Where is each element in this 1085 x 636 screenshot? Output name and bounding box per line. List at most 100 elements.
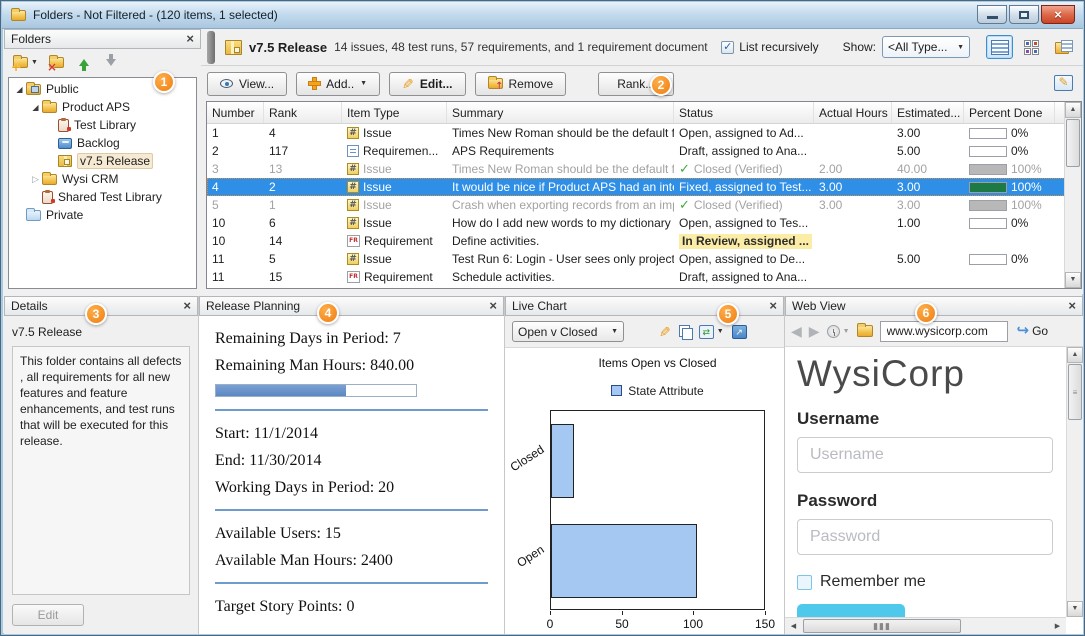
scroll-up-button[interactable]: ▲ [1067, 347, 1083, 363]
scroll-thumb[interactable]: ≡ [1068, 364, 1082, 420]
go-button[interactable]: ↪ Go [1017, 324, 1049, 338]
scroll-down-button[interactable]: ▼ [1065, 272, 1081, 288]
table-row[interactable]: 11 15 Requirement Schedule activities. D… [207, 268, 1081, 286]
password-field[interactable] [797, 519, 1053, 555]
details-close-icon[interactable]: × [183, 300, 191, 312]
chart-popout-icon[interactable]: ↗ [732, 325, 747, 339]
scroll-right-button[interactable]: ▶ [1050, 619, 1065, 634]
cell-number: 4 [207, 178, 264, 196]
column-header-actual-hours[interactable]: Actual Hours [814, 102, 892, 123]
chart-selector-dropdown[interactable]: Open v Closed ▼ [512, 321, 624, 342]
folders-close-icon[interactable]: × [186, 33, 194, 45]
tree-item[interactable]: Private [9, 206, 196, 224]
web-page: WysiCorp Username Password Remember me L… [785, 346, 1083, 634]
tree-item-label: Wysi CRM [62, 172, 119, 186]
minimize-button[interactable] [977, 5, 1007, 24]
history-caret-icon: ▼ [843, 328, 850, 335]
scroll-thumb[interactable]: ▮▮▮ [803, 619, 961, 633]
chart-edit-icon[interactable]: ✎ [659, 326, 671, 338]
table-row[interactable]: 5 1 Issue Crash when exporting records f… [207, 196, 1081, 214]
move-up-icon[interactable] [79, 59, 89, 66]
table-row[interactable]: 4 2 Issue It would be nice if Product AP… [207, 178, 1081, 196]
header-grip-handle[interactable] [207, 31, 215, 64]
remember-me-checkbox[interactable] [797, 575, 812, 590]
list-recursively-checkbox[interactable]: ✓ [721, 41, 734, 54]
titlebar[interactable]: Folders - Not Filtered - (120 items, 1 s… [2, 2, 1083, 29]
release-planning-close-icon[interactable]: × [489, 300, 497, 312]
folder-view-button[interactable] [1050, 35, 1077, 59]
tree-item[interactable]: Backlog [9, 134, 196, 152]
close-button[interactable]: × [1041, 5, 1075, 24]
cell-number: 1 [207, 124, 264, 142]
edit-button-label: Edit... [420, 77, 453, 91]
callout-badge-5: 5 [717, 303, 739, 325]
webview-vertical-scrollbar[interactable]: ▲ ≡ ▼ [1066, 347, 1083, 617]
scroll-thumb[interactable] [1066, 119, 1080, 167]
chart-title: Items Open vs Closed [550, 356, 765, 370]
url-input[interactable] [880, 321, 1008, 342]
live-chart-close-icon[interactable]: × [769, 300, 777, 312]
table-row[interactable]: 1 4 Issue Times New Roman should be the … [207, 124, 1081, 142]
tree-item[interactable]: ▷ Wysi CRM [9, 170, 196, 188]
scroll-down-button[interactable]: ▼ [1067, 601, 1083, 617]
login-button[interactable]: LOG IN [797, 604, 905, 617]
edit-button[interactable]: ✎ Edit... [389, 72, 465, 96]
details-edit-button[interactable]: Edit [12, 604, 84, 626]
list-view-button[interactable] [986, 35, 1013, 59]
x-axis-tick-label: 100 [678, 617, 708, 631]
chart-copy-icon[interactable] [679, 325, 691, 338]
column-header-summary[interactable]: Summary [447, 102, 674, 123]
hours-progress-bar [215, 384, 417, 397]
show-type-caret-icon: ▼ [957, 44, 964, 51]
item-type-icon [347, 253, 359, 265]
history-button[interactable]: ▼ [827, 325, 850, 338]
column-header-number[interactable]: Number [207, 102, 264, 123]
edit-layout-icon[interactable]: ✎ [1054, 75, 1073, 91]
cell-actual-hours [814, 268, 892, 286]
chart-refresh-icon: ⇄ [699, 325, 714, 339]
table-row[interactable]: 11 5 Issue Test Run 6: Login - User sees… [207, 250, 1081, 268]
tree-item[interactable]: ◢ Product APS [9, 98, 196, 116]
column-header-percent-done[interactable]: Percent Done [964, 102, 1055, 123]
percent-bar [969, 182, 1007, 193]
tree-expander-icon[interactable]: ◢ [29, 103, 42, 112]
cell-actual-hours [814, 124, 892, 142]
scroll-up-button[interactable]: ▲ [1065, 102, 1081, 118]
web-view-close-icon[interactable]: × [1068, 300, 1076, 312]
webview-horizontal-scrollbar[interactable]: ◀ ▮▮▮ ▶ [785, 617, 1066, 634]
table-vertical-scrollbar[interactable]: ▲ ▼ [1064, 102, 1081, 288]
table-row[interactable]: 3 13 Issue Times New Roman should be the… [207, 160, 1081, 178]
add-button[interactable]: Add.. ▼ [296, 72, 380, 96]
item-type-icon [347, 145, 359, 157]
cell-percent-done: 0% [964, 250, 1055, 268]
column-header-status[interactable]: Status [674, 102, 814, 123]
back-icon[interactable]: ◀ [791, 325, 802, 337]
x-axis-tick [693, 611, 694, 615]
tree-item[interactable]: v7.5 Release [9, 152, 196, 170]
table-row[interactable]: 2 117 Requiremen... APS Requirements Dra… [207, 142, 1081, 160]
chart-refresh-button[interactable]: ⇄ ▼ [699, 325, 724, 339]
scroll-left-button[interactable]: ◀ [786, 619, 801, 634]
move-down-icon[interactable] [106, 59, 116, 66]
home-icon[interactable] [857, 325, 873, 337]
column-header-rank[interactable]: Rank [264, 102, 342, 123]
tree-item[interactable]: Test Library [9, 116, 196, 134]
table-row[interactable]: 10 14 Requirement Define activities. In … [207, 232, 1081, 250]
tree-expander-icon[interactable]: ◢ [13, 85, 26, 94]
show-type-dropdown[interactable]: <All Type... ▼ [882, 36, 970, 58]
tree-item[interactable]: Shared Test Library [9, 188, 196, 206]
add-folder-button[interactable]: ▼ [13, 57, 38, 68]
view-button[interactable]: View... [207, 72, 287, 96]
restore-button[interactable] [1009, 5, 1039, 24]
tree-expander-icon[interactable]: ▷ [29, 174, 42, 185]
tree-item-icon [42, 102, 57, 113]
remove-button[interactable]: Remove [475, 72, 567, 96]
card-view-button[interactable] [1018, 35, 1045, 59]
delete-folder-icon[interactable] [49, 57, 64, 68]
column-header-item-type[interactable]: Item Type [342, 102, 447, 123]
table-row[interactable]: 10 6 Issue How do I add new words to my … [207, 214, 1081, 232]
window-title: Folders - Not Filtered - (120 items, 1 s… [33, 8, 278, 22]
forward-icon[interactable]: ▶ [809, 325, 820, 337]
username-field[interactable] [797, 437, 1053, 473]
column-header-estimated[interactable]: Estimated... [892, 102, 964, 123]
